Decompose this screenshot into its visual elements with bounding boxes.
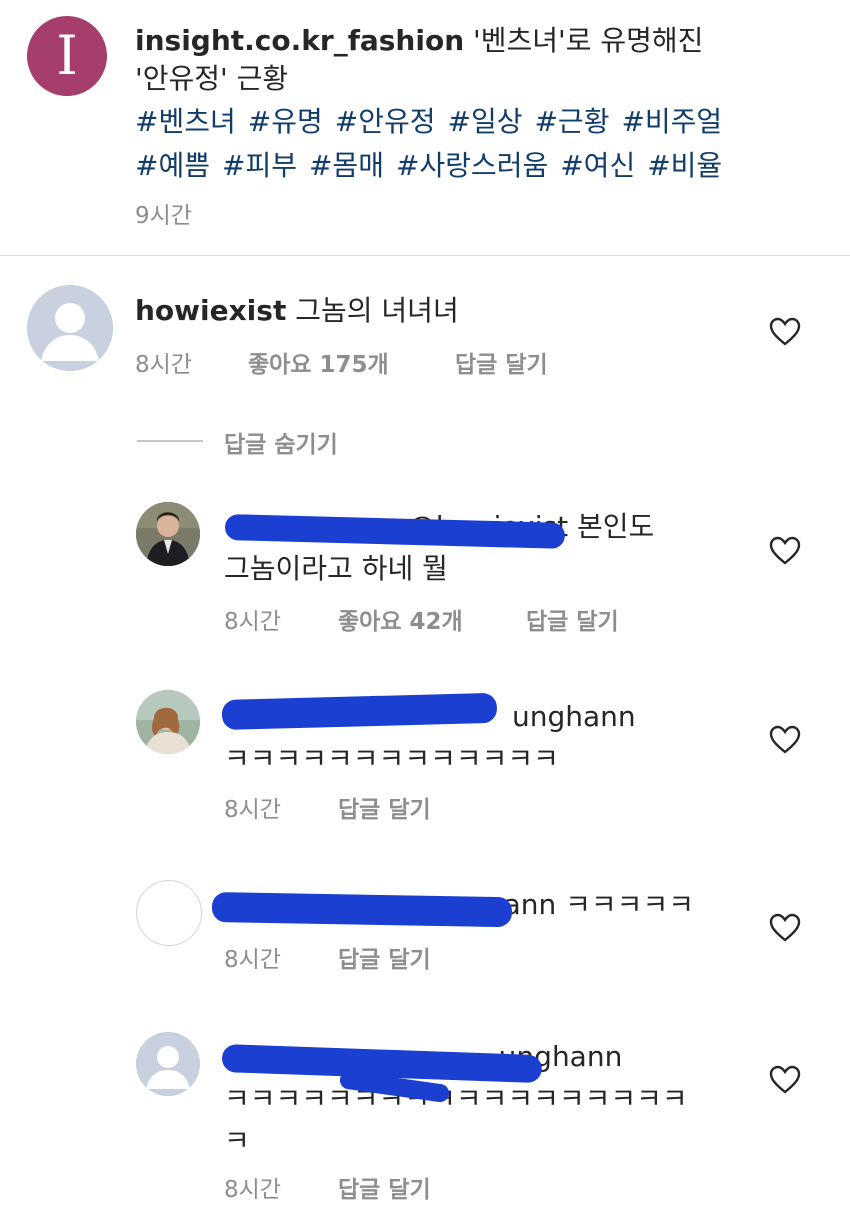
comment-text: 그놈의 녀녀녀 — [286, 294, 459, 327]
comment-body: howiexist 그놈의 녀녀녀 — [135, 290, 459, 332]
caption-line2: '안유정' 근황 — [135, 62, 289, 95]
heart-icon[interactable] — [769, 1065, 801, 1095]
hashtag[interactable]: #근황 — [534, 105, 609, 138]
insight-logo-avatar[interactable]: I — [27, 16, 107, 96]
hashtag[interactable]: #벤츠녀 — [135, 105, 236, 138]
post-caption: I insight.co.kr_fashion '벤츠녀'로 유명해진 '안유정… — [0, 0, 850, 255]
reply-time: 8시간 — [224, 609, 281, 635]
hashtag[interactable]: #비주얼 — [621, 105, 722, 138]
reply-button[interactable]: 답글 달기 — [338, 940, 431, 974]
reply-text-line2: ㅋ — [224, 1124, 250, 1157]
comment-likes[interactable]: 좋아요 175개 — [248, 345, 389, 379]
hashtag-list: #벤츠녀 #유명 #안유정 #일상 #근황 #비주얼 #예쁨 #피부 #몸매 #사랑스러움 #여신… — [135, 100, 835, 188]
caption-divider — [0, 255, 850, 256]
hashtag[interactable]: #여신 — [560, 149, 635, 182]
caption-username[interactable]: insight.co.kr_fashion — [135, 24, 464, 57]
heart-icon[interactable] — [769, 317, 801, 347]
post-time: 9시간 — [135, 203, 192, 229]
hashtag[interactable]: #비율 — [647, 149, 722, 182]
user-avatar[interactable] — [136, 690, 200, 754]
comment-time: 8시간 — [135, 352, 192, 378]
reply-button[interactable]: 답글 달기 — [338, 790, 431, 824]
reply-time: 8시간 — [224, 797, 281, 823]
reply-text: ㅋㅋㅋㅋㅋ — [556, 888, 694, 921]
reply-time: 8시간 — [224, 1177, 281, 1203]
redaction-mark — [211, 892, 513, 928]
reply-text-line1: ㅋㅋㅋㅋㅋㅋㅋㅋㅋㅋㅋㅋㅋㅋㅋㅋㅋㅋ — [224, 1082, 688, 1115]
hashtag[interactable]: #예쁨 — [135, 149, 210, 182]
heart-icon[interactable] — [769, 725, 801, 755]
hide-replies-button[interactable]: 답글 숨기기 — [224, 425, 338, 459]
reply-likes[interactable]: 좋아요 42개 — [338, 602, 463, 636]
comment-username[interactable]: howiexist — [135, 294, 286, 327]
reply-button[interactable]: 답글 달기 — [455, 345, 548, 379]
hide-replies-line — [137, 440, 203, 442]
hashtag[interactable]: #일상 — [447, 105, 522, 138]
empty-avatar[interactable] — [136, 880, 202, 946]
hashtag[interactable]: #몸매 — [309, 149, 384, 182]
hashtag[interactable]: #사랑스러움 — [396, 149, 548, 182]
heart-icon[interactable] — [769, 913, 801, 943]
hashtag[interactable]: #피부 — [222, 149, 297, 182]
reply-text-line1: 본인도 — [568, 510, 655, 543]
hashtag[interactable]: #안유정 — [335, 105, 436, 138]
logo-letter: I — [56, 24, 78, 87]
reply-button[interactable]: 답글 달기 — [338, 1170, 431, 1204]
heart-icon[interactable] — [769, 536, 801, 566]
caption-line1: '벤츠녀'로 유명해진 — [464, 24, 704, 57]
reply-time: 8시간 — [224, 947, 281, 973]
caption-text: insight.co.kr_fashion '벤츠녀'로 유명해진 '안유정' … — [135, 22, 825, 98]
mention-link[interactable]: unghann — [512, 700, 636, 733]
reply-button[interactable]: 답글 달기 — [526, 602, 619, 636]
default-avatar-icon[interactable] — [136, 1032, 200, 1096]
reply-text-line2: 그놈이라고 하네 뭘 — [224, 552, 448, 585]
reply-text: ㅋㅋㅋㅋㅋㅋㅋㅋㅋㅋㅋㅋㅋ — [224, 742, 559, 775]
user-avatar[interactable] — [136, 502, 200, 566]
hashtag[interactable]: #유명 — [248, 105, 323, 138]
default-avatar-icon[interactable] — [27, 285, 113, 371]
